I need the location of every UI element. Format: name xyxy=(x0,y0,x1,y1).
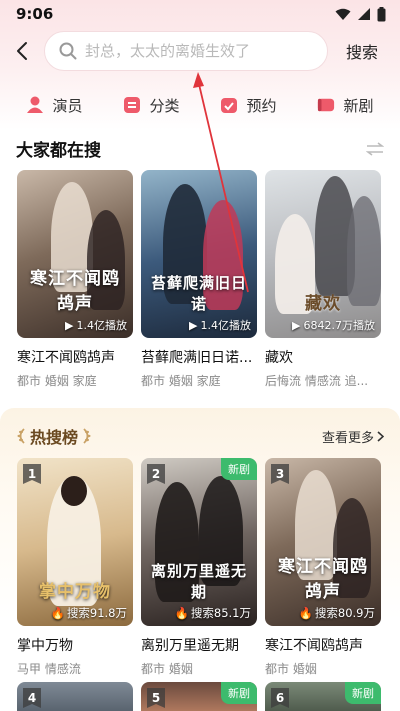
signal-icon xyxy=(358,8,370,20)
back-arrow-icon xyxy=(17,42,27,60)
hot-card[interactable]: 4 xyxy=(17,682,133,711)
new-drama-icon xyxy=(317,96,335,114)
poster-title: 离别万里遥无期 xyxy=(150,562,247,601)
drama-tags: 后悔流 情感流 追... xyxy=(265,374,369,388)
hot-header: 热搜榜 查看更多 xyxy=(16,424,384,448)
drama-name: 寒江不闻鸥鸪声 xyxy=(17,350,115,366)
hot-list-next: 4 5 新剧 6 新剧 xyxy=(17,682,381,711)
chevron-right-icon xyxy=(377,430,384,442)
category-type[interactable]: 分类 xyxy=(123,95,180,116)
reserve-icon xyxy=(220,96,238,114)
category-label: 分类 xyxy=(149,96,180,115)
poster-image: 苔藓爬满旧日诺 ▶ 1.4亿播放 xyxy=(141,170,257,338)
rank-badge: 4 xyxy=(23,688,41,708)
fire-icon: 🔥 xyxy=(174,606,189,620)
search-score: 🔥 搜索85.1万 xyxy=(174,606,251,620)
rank-badge: 1 xyxy=(23,464,41,484)
play-icon: ▶ xyxy=(292,318,301,332)
popular-card[interactable]: 寒江不闻鸥鸪声 ▶ 1.4亿播放 寒江不闻鸥鸪声 都市 婚姻 家庭 xyxy=(17,170,133,389)
new-badge: 新剧 xyxy=(221,682,257,704)
category-row: 演员 分类 预约 新剧 xyxy=(0,88,400,122)
search-input[interactable] xyxy=(85,42,315,60)
play-count: ▶ 6842.7万播放 xyxy=(292,318,375,333)
view-more-link[interactable]: 查看更多 xyxy=(322,427,384,446)
search-score: 🔥 搜索91.8万 xyxy=(50,606,127,620)
status-bar: 9:06 xyxy=(0,0,400,28)
new-badge: 新剧 xyxy=(345,682,381,704)
hot-title: 热搜榜 xyxy=(16,424,92,448)
hot-card[interactable]: 离别万里遥无期 2 新剧 🔥 搜索85.1万 离别万里遥无期 都市 婚姻 xyxy=(141,458,257,677)
rank-badge: 6 xyxy=(271,688,289,708)
fire-icon: 🔥 xyxy=(298,606,313,620)
drama-name: 掌中万物 xyxy=(17,638,73,654)
drama-tags: 都市 婚姻 家庭 xyxy=(17,374,97,388)
new-badge: 新剧 xyxy=(221,458,257,480)
category-actor[interactable]: 演员 xyxy=(26,95,83,116)
laurel-left-icon xyxy=(17,428,25,444)
category-new[interactable]: 新剧 xyxy=(317,95,374,116)
rank-badge: 2 xyxy=(147,464,165,484)
drama-tags: 都市 婚姻 家庭 xyxy=(141,374,221,388)
battery-icon xyxy=(377,6,386,21)
poster-title: 藏欢 xyxy=(305,294,341,314)
poster-image: 离别万里遥无期 2 新剧 🔥 搜索85.1万 xyxy=(141,458,257,626)
hot-card[interactable]: 5 新剧 xyxy=(141,682,257,711)
popular-title: 大家都在搜 xyxy=(16,141,101,161)
popular-header: 大家都在搜 xyxy=(16,136,384,161)
category-label: 演员 xyxy=(52,96,83,115)
laurel-right-icon xyxy=(83,428,91,444)
rank-badge: 5 xyxy=(147,688,165,708)
hot-card[interactable]: 寒江不闻鸥鸪声 3 🔥 搜索80.9万 寒江不闻鸥鸪声 都市 婚姻 xyxy=(265,458,381,677)
popular-card[interactable]: 藏欢 ▶ 6842.7万播放 藏欢 后悔流 情感流 追... xyxy=(265,170,381,389)
search-box[interactable] xyxy=(44,31,328,71)
poster-figure xyxy=(61,476,87,506)
swap-icon[interactable] xyxy=(366,141,384,156)
search-score: 🔥 搜索80.9万 xyxy=(298,606,375,620)
drama-name: 离别万里遥无期 xyxy=(141,638,239,654)
drama-tags: 都市 婚姻 xyxy=(265,662,317,676)
drama-tags: 马甲 情感流 xyxy=(17,662,81,676)
poster-title: 苔藓爬满旧日诺 xyxy=(150,274,247,313)
category-icon xyxy=(123,96,141,114)
poster-title: 掌中万物 xyxy=(39,582,111,602)
actor-icon xyxy=(26,96,44,114)
poster-image: 寒江不闻鸥鸪声 3 🔥 搜索80.9万 xyxy=(265,458,381,626)
poster-title: 寒江不闻鸥鸪声 xyxy=(278,557,368,602)
category-label: 新剧 xyxy=(343,96,374,115)
hot-card[interactable]: 6 新剧 xyxy=(265,682,381,711)
rank-badge: 3 xyxy=(271,464,289,484)
status-time: 9:06 xyxy=(16,5,54,23)
drama-name: 苔藓爬满旧日诺... xyxy=(141,350,253,366)
status-icons xyxy=(335,6,386,22)
play-icon: ▶ xyxy=(189,318,198,332)
play-count: ▶ 1.4亿播放 xyxy=(189,318,251,333)
search-icon xyxy=(59,42,77,60)
hot-list: 掌中万物 1 🔥 搜索91.8万 掌中万物 马甲 情感流 离别万里遥无期 2 新… xyxy=(17,458,381,677)
popular-list: 寒江不闻鸥鸪声 ▶ 1.4亿播放 寒江不闻鸥鸪声 都市 婚姻 家庭 苔藓爬满旧日… xyxy=(17,170,381,389)
search-header: 搜索 xyxy=(0,30,400,72)
play-icon: ▶ xyxy=(65,318,74,332)
popular-card[interactable]: 苔藓爬满旧日诺 ▶ 1.4亿播放 苔藓爬满旧日诺... 都市 婚姻 家庭 xyxy=(141,170,257,389)
play-count: ▶ 1.4亿播放 xyxy=(65,318,127,333)
fire-icon: 🔥 xyxy=(50,606,65,620)
search-button[interactable]: 搜索 xyxy=(346,39,378,63)
category-label: 预约 xyxy=(246,96,277,115)
hot-card[interactable]: 掌中万物 1 🔥 搜索91.8万 掌中万物 马甲 情感流 xyxy=(17,458,133,677)
drama-tags: 都市 婚姻 xyxy=(141,662,193,676)
wifi-icon xyxy=(335,8,351,20)
category-reserve[interactable]: 预约 xyxy=(220,95,277,116)
poster-image: 寒江不闻鸥鸪声 ▶ 1.4亿播放 xyxy=(17,170,133,338)
drama-name: 藏欢 xyxy=(265,350,293,366)
poster-image: 掌中万物 1 🔥 搜索91.8万 xyxy=(17,458,133,626)
drama-name: 寒江不闻鸥鸪声 xyxy=(265,638,363,654)
poster-image: 藏欢 ▶ 6842.7万播放 xyxy=(265,170,381,338)
back-button[interactable] xyxy=(0,30,44,72)
poster-title: 寒江不闻鸥鸪声 xyxy=(30,269,120,314)
